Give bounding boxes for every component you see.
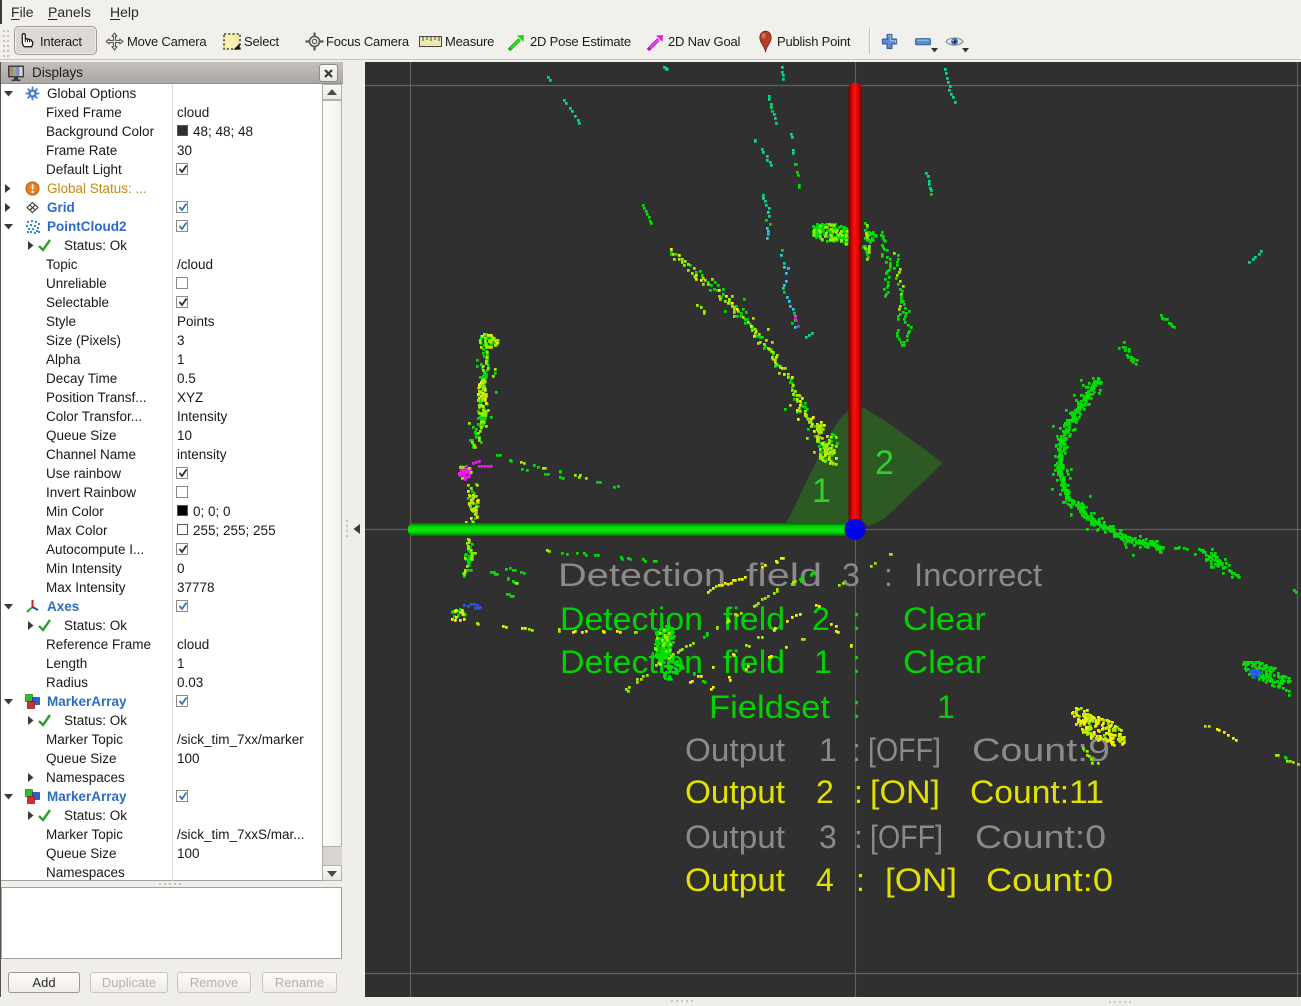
svg-text:Output2:[ON]Count:11: Output2:[ON]Count:11 bbox=[685, 774, 1104, 810]
svg-text:2: 2 bbox=[875, 444, 894, 482]
svg-text:Output1:[OFF]Count:9: Output1:[OFF]Count:9 bbox=[685, 732, 1110, 768]
svg-text:Output4:[ON]Count:0: Output4:[ON]Count:0 bbox=[685, 862, 1113, 898]
svg-text:1: 1 bbox=[812, 472, 831, 510]
svg-text:Detectionfield1:Clear: Detectionfield1:Clear bbox=[560, 644, 986, 680]
svg-text:Detectionfield3:Incorrect: Detectionfield3:Incorrect bbox=[558, 557, 1042, 593]
svg-text:Output3:[OFF]Count:0: Output3:[OFF]Count:0 bbox=[685, 819, 1106, 855]
